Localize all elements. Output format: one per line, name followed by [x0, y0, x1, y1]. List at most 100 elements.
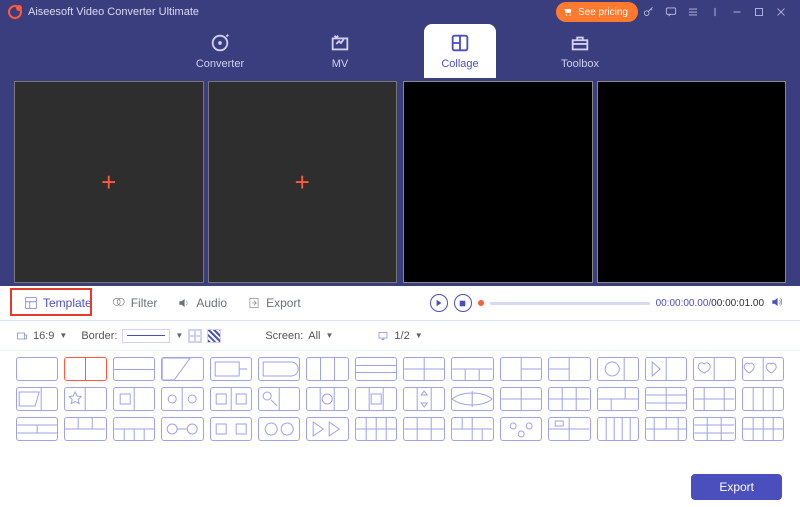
close-button[interactable]	[770, 1, 792, 23]
monitor-icon	[377, 330, 389, 342]
chevron-down-icon: ▼	[326, 331, 334, 340]
template-item[interactable]	[403, 417, 445, 441]
template-item[interactable]	[64, 417, 106, 441]
template-item[interactable]	[403, 387, 445, 411]
audio-icon	[177, 296, 191, 310]
preview-slot-2: +	[597, 81, 787, 283]
export-button[interactable]: Export	[691, 474, 782, 500]
template-item[interactable]	[548, 387, 590, 411]
template-item[interactable]	[113, 417, 155, 441]
pricing-label: See pricing	[578, 7, 628, 18]
template-item[interactable]	[645, 417, 687, 441]
key-icon[interactable]	[638, 1, 660, 23]
tab-collage[interactable]: Collage	[424, 24, 496, 78]
stop-button[interactable]	[454, 294, 472, 312]
template-grid-wrap	[0, 351, 800, 467]
volume-icon[interactable]	[770, 295, 784, 312]
feedback-icon[interactable]	[660, 1, 682, 23]
collage-edit-pane: + +	[14, 81, 397, 283]
template-item[interactable]	[645, 387, 687, 411]
template-item[interactable]	[742, 387, 784, 411]
subtab-filter[interactable]: Filter	[104, 292, 166, 314]
template-item[interactable]	[258, 387, 300, 411]
page-select[interactable]: 1/2 ▼	[377, 330, 422, 342]
chevron-down-icon: ▼	[59, 331, 67, 340]
template-item[interactable]	[355, 417, 397, 441]
divider	[704, 1, 726, 23]
template-grid	[16, 357, 784, 441]
player-controls: 00:00:00.00/00:00:01.00	[430, 294, 784, 312]
template-item[interactable]	[403, 357, 445, 381]
template-item[interactable]	[500, 417, 542, 441]
template-item[interactable]	[548, 357, 590, 381]
template-item[interactable]	[161, 357, 203, 381]
template-item[interactable]	[113, 387, 155, 411]
template-item[interactable]	[500, 357, 542, 381]
minimize-button[interactable]	[726, 1, 748, 23]
screen-select[interactable]: Screen: All ▼	[265, 330, 333, 342]
template-item[interactable]	[210, 387, 252, 411]
template-item[interactable]	[500, 387, 542, 411]
template-item[interactable]	[16, 357, 58, 381]
template-item[interactable]	[645, 357, 687, 381]
template-item[interactable]	[64, 357, 106, 381]
playhead-dot[interactable]	[478, 300, 484, 306]
template-item[interactable]	[548, 417, 590, 441]
template-item[interactable]	[693, 357, 735, 381]
toolbox-icon	[569, 32, 591, 54]
play-button[interactable]	[430, 294, 448, 312]
tab-converter[interactable]: Converter	[184, 24, 256, 78]
subtab-export[interactable]: Export	[239, 292, 309, 314]
template-item[interactable]	[161, 417, 203, 441]
template-item[interactable]	[693, 417, 735, 441]
app-window: Aiseesoft Video Converter Ultimate See p…	[0, 0, 800, 507]
template-options-bar: 16:9 ▼ Border: ▼ Screen: All ▼ 1/2 ▼	[0, 321, 800, 351]
template-item[interactable]	[16, 387, 58, 411]
border-style-select[interactable]	[122, 329, 170, 343]
template-icon	[24, 296, 38, 310]
maximize-button[interactable]	[748, 1, 770, 23]
template-item[interactable]	[258, 357, 300, 381]
template-item[interactable]	[161, 387, 203, 411]
template-item[interactable]	[16, 417, 58, 441]
ratio-icon	[16, 330, 28, 342]
template-item[interactable]	[597, 387, 639, 411]
border-pattern-picker[interactable]	[207, 329, 221, 343]
subtab-audio[interactable]: Audio	[169, 292, 235, 314]
sub-tab-bar: Template Filter Audio Export 00:00:00.00…	[0, 286, 800, 321]
template-item[interactable]	[597, 357, 639, 381]
collage-icon	[449, 32, 471, 54]
template-item[interactable]	[355, 357, 397, 381]
template-item[interactable]	[64, 387, 106, 411]
screen-value: All	[308, 330, 320, 342]
template-item[interactable]	[742, 357, 784, 381]
template-item[interactable]	[258, 417, 300, 441]
template-item[interactable]	[306, 357, 348, 381]
subtab-template[interactable]: Template	[16, 292, 100, 314]
template-item[interactable]	[306, 387, 348, 411]
template-item[interactable]	[742, 417, 784, 441]
collage-slot-1[interactable]: +	[14, 81, 204, 283]
template-item[interactable]	[693, 387, 735, 411]
see-pricing-button[interactable]: See pricing	[556, 2, 638, 22]
template-item[interactable]	[451, 387, 493, 411]
template-item[interactable]	[451, 417, 493, 441]
template-item[interactable]	[113, 357, 155, 381]
add-icon: +	[101, 167, 116, 198]
border-color-picker[interactable]	[188, 329, 202, 343]
seek-track[interactable]	[490, 302, 650, 305]
template-item[interactable]	[210, 357, 252, 381]
menu-icon[interactable]	[682, 1, 704, 23]
footer: Export	[0, 467, 800, 507]
template-item[interactable]	[210, 417, 252, 441]
tab-label: Converter	[196, 58, 244, 70]
export-icon	[247, 296, 261, 310]
aspect-ratio-select[interactable]: 16:9 ▼	[16, 330, 67, 342]
collage-slot-2[interactable]: +	[208, 81, 398, 283]
template-item[interactable]	[597, 417, 639, 441]
template-item[interactable]	[355, 387, 397, 411]
template-item[interactable]	[451, 357, 493, 381]
tab-mv[interactable]: MV	[304, 24, 376, 78]
tab-toolbox[interactable]: Toolbox	[544, 24, 616, 78]
template-item[interactable]	[306, 417, 348, 441]
